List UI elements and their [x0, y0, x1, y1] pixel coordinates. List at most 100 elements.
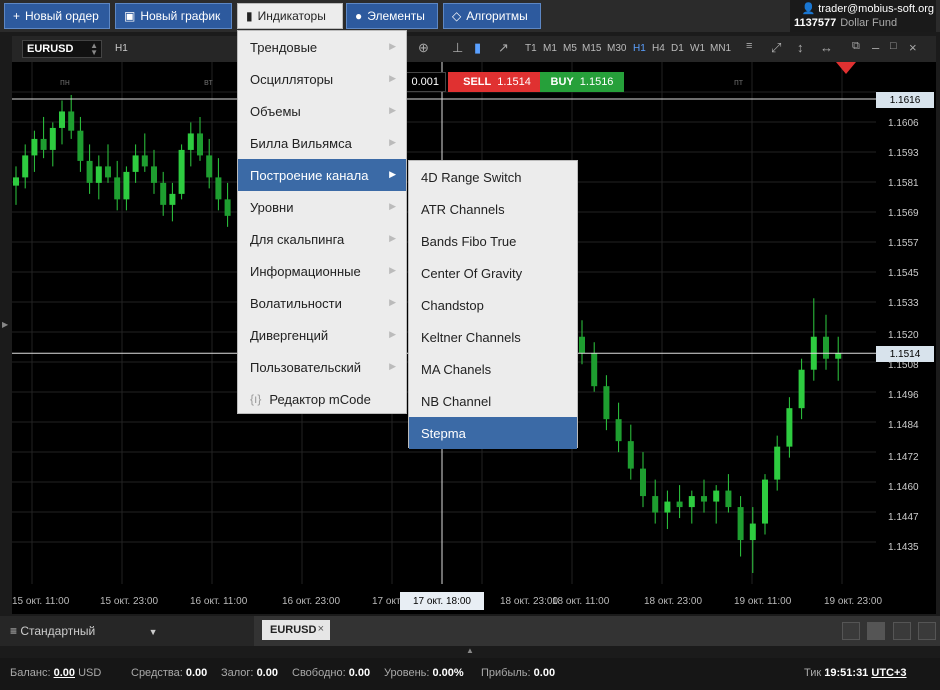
candle-body — [725, 490, 732, 508]
submenu-item-ma-chanels[interactable]: MA Chanels — [409, 353, 577, 385]
tf-h1[interactable]: H1 — [633, 43, 646, 54]
detach-icon[interactable]: ⧉ — [852, 40, 860, 53]
day-label-fri: пт — [734, 77, 743, 87]
algorithms-button[interactable]: ◇ Алгоритмы — [443, 3, 541, 29]
menu-item-bill-williams[interactable]: Билла Вильямса ▶ — [238, 127, 406, 159]
tf-m30[interactable]: M30 — [607, 43, 626, 54]
expand-panel-icon[interactable]: ▲ — [466, 646, 474, 655]
minimize-icon[interactable]: – — [872, 40, 879, 55]
chevron-right-icon: ▶ — [389, 169, 396, 179]
menu-item-oscillators[interactable]: Осцилляторы ▶ — [238, 63, 406, 95]
horizontal-scale-icon[interactable]: ↔ — [820, 40, 833, 55]
free-status: Свободно: 0.00 — [292, 667, 370, 679]
sell-button[interactable]: SELL 1.1514 — [448, 72, 546, 92]
candle-body — [105, 166, 111, 178]
menu-item-label: Пользовательский — [250, 359, 362, 375]
submenu-item-keltner-channels[interactable]: Keltner Channels — [409, 321, 577, 353]
balance-value[interactable]: 0.00 — [54, 667, 75, 679]
collapse-left-icon[interactable]: ▶ — [2, 320, 8, 329]
menu-item-volatility[interactable]: Волатильности ▶ — [238, 287, 406, 319]
layout-select[interactable]: ≡ Стандартный ▼ — [10, 624, 157, 638]
candle-body — [701, 496, 707, 502]
candle-body — [31, 138, 38, 156]
tf-m5[interactable]: M5 — [563, 43, 577, 54]
chevron-down-icon: ▼ — [148, 627, 158, 637]
lot-input[interactable]: 0.001 — [406, 72, 446, 92]
candle-body — [591, 353, 598, 387]
menu-item-scalping[interactable]: Для скальпинга ▶ — [238, 223, 406, 255]
level-label: Уровень: — [384, 667, 430, 679]
elements-button[interactable]: ● Элементы — [346, 3, 438, 29]
channel-submenu: 4D Range Switch ATR Channels Bands Fibo … — [408, 160, 578, 449]
submenu-item-nb-channel[interactable]: NB Channel — [409, 385, 577, 417]
candle-body — [579, 336, 585, 354]
chart-tabs-bar: ≡ Стандартный ▼ EURUSD × — [0, 616, 940, 646]
tf-t1[interactable]: T1 — [525, 43, 537, 54]
account-id: 1137577 — [794, 17, 837, 29]
price-axis[interactable]: 1.1616 1.1606 1.1593 1.1581 1.1569 1.155… — [876, 62, 936, 584]
bar-type-icon[interactable]: ⊥ — [452, 40, 463, 56]
time-label: 18 окт. 11:00 — [552, 596, 610, 607]
close-icon[interactable]: × — [909, 40, 917, 55]
time-axis[interactable]: 15 окт. 11:00 15 окт. 23:00 16 окт. 11:0… — [12, 584, 936, 614]
current-timeframe: H1 — [115, 43, 128, 54]
price-alert-marker-icon[interactable] — [836, 62, 856, 74]
submenu-item-4d-range-switch[interactable]: 4D Range Switch — [409, 161, 577, 193]
candle-body — [114, 177, 121, 200]
menu-item-levels[interactable]: Уровни ▶ — [238, 191, 406, 223]
timezone-select[interactable]: UTC+3 — [871, 667, 906, 679]
candle-type-icon[interactable]: ▮ — [474, 40, 481, 56]
candle-body — [627, 441, 634, 469]
layout-split-horizontal-icon[interactable] — [918, 622, 936, 640]
price-label: 1.1593 — [888, 148, 919, 159]
profit-value: 0.00 — [533, 667, 556, 679]
tab-eurusd[interactable]: EURUSD × — [262, 620, 330, 640]
new-chart-button[interactable]: ▣ Новый график — [115, 3, 232, 29]
expand-diagonal-icon[interactable]: ⤢ — [771, 40, 781, 56]
sell-label: SELL — [463, 76, 492, 88]
tf-mn1[interactable]: MN1 — [710, 43, 731, 54]
submenu-item-stepma[interactable]: Stepma — [409, 417, 577, 449]
menu-item-trend[interactable]: Трендовые ▶ — [238, 31, 406, 63]
submenu-item-atr-channels[interactable]: ATR Channels — [409, 193, 577, 225]
vertical-scale-icon[interactable]: ↕ — [797, 40, 804, 55]
price-tag-current: 1.1514 — [876, 346, 934, 362]
buy-button[interactable]: BUY 1.1516 — [540, 72, 624, 92]
indicators-button[interactable]: ▮ Индикаторы — [237, 3, 343, 29]
candle-body — [215, 177, 222, 200]
tf-h4[interactable]: H4 — [652, 43, 665, 54]
time-label: 16 окт. 11:00 — [190, 596, 248, 607]
tf-w1[interactable]: W1 — [690, 43, 705, 54]
symbol-select[interactable]: EURUSD ▲ ▼ — [22, 40, 102, 58]
profit-label: Прибыль: — [481, 667, 531, 679]
menu-item-custom[interactable]: Пользовательский ▶ — [238, 351, 406, 383]
tf-m15[interactable]: M15 — [582, 43, 601, 54]
new-order-button[interactable]: + Новый ордер — [4, 3, 110, 29]
menu-item-divergence[interactable]: Дивергенций ▶ — [238, 319, 406, 351]
close-icon[interactable]: × — [318, 623, 324, 635]
candle-body — [123, 171, 130, 200]
plus-icon: + — [13, 9, 21, 23]
submenu-item-bands-fibo-true[interactable]: Bands Fibo True — [409, 225, 577, 257]
menu-item-informational[interactable]: Информационные ▶ — [238, 255, 406, 287]
submenu-item-chandstop[interactable]: Chandstop — [409, 289, 577, 321]
layout-grid-icon[interactable] — [867, 622, 885, 640]
indicator-list-icon[interactable]: ≡ — [746, 40, 752, 52]
price-label: 1.1484 — [888, 420, 919, 431]
menu-item-mcode-editor[interactable]: {ı} Редактор mCode — [238, 383, 406, 415]
chevron-right-icon: ▶ — [389, 137, 396, 147]
crosshair-icon[interactable]: ⊕ — [418, 40, 429, 56]
candle-body — [823, 336, 829, 359]
submenu-item-center-of-gravity[interactable]: Center Of Gravity — [409, 257, 577, 289]
menu-item-label: Для скальпинга — [250, 231, 345, 247]
menu-item-volumes[interactable]: Объемы ▶ — [238, 95, 406, 127]
layout-single-icon[interactable] — [842, 622, 860, 640]
candle-body — [22, 155, 29, 178]
line-type-icon[interactable]: ↗ — [498, 40, 509, 56]
menu-item-channel[interactable]: Построение канала ▶ — [238, 159, 406, 191]
account-panel[interactable]: 👤 trader@mobius-soft.org 1137577 Dollar F… — [790, 0, 936, 32]
tf-d1[interactable]: D1 — [671, 43, 684, 54]
layout-split-icon[interactable] — [893, 622, 911, 640]
maximize-icon[interactable]: □ — [890, 40, 897, 52]
tf-m1[interactable]: M1 — [543, 43, 557, 54]
